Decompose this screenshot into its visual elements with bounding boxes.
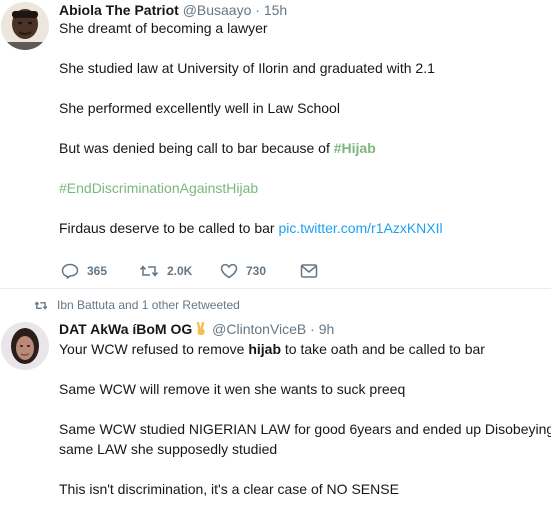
victory-hand-icon <box>197 322 205 335</box>
tweet-text-line: Your WCW refused to remove hijab to take… <box>59 339 485 359</box>
username-handle[interactable]: @ClintonViceB <box>212 321 306 337</box>
tweet-text-line: Same WCW will remove it wen she wants to… <box>59 381 406 397</box>
text-span: Your WCW refused to remove <box>59 341 249 357</box>
tweet-text-line: This isn't discrimination, it's a clear … <box>59 481 399 497</box>
tweet-header: DAT AkWa íBoM OG @ClintonViceB · 9h <box>59 320 547 338</box>
text-span: to take oath and be called to bar <box>281 341 485 357</box>
tweet-text: Your WCW refused to remove hijab to take… <box>59 339 551 504</box>
tweet-text-line: Same WCW studied NIGERIAN LAW for good 6… <box>59 421 551 437</box>
display-name[interactable]: DAT AkWa íBoM OG <box>59 321 208 337</box>
tweet-dat-akwa[interactable]: DAT AkWa íBoM OG @ClintonViceB · 9h Your… <box>0 0 551 507</box>
tweet-body: DAT AkWa íBoM OG @ClintonViceB · 9h <box>59 320 547 338</box>
highlighted-word: hijab <box>248 341 281 357</box>
tweet-text-line: same LAW she supposedly studied <box>59 441 278 457</box>
timestamp[interactable]: 9h <box>319 321 335 337</box>
separator-dot: · <box>310 321 315 337</box>
display-name-text: DAT AkWa íBoM OG <box>59 321 193 337</box>
